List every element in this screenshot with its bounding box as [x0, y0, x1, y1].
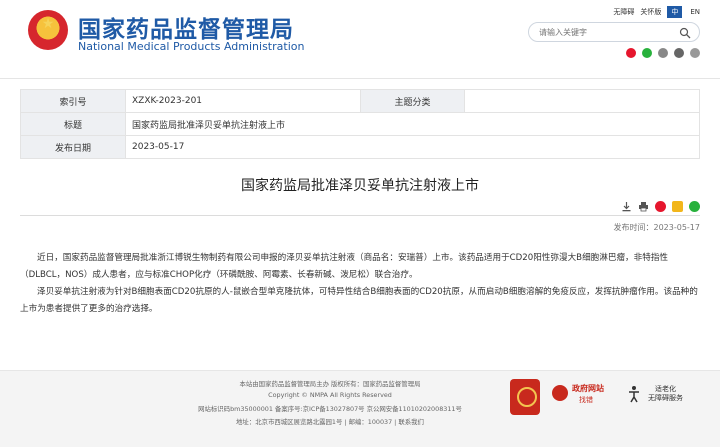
download-icon[interactable] [621, 201, 632, 212]
accessibility-link[interactable]: 无障碍 [613, 7, 634, 17]
national-emblem-logo[interactable] [28, 10, 68, 50]
title-rule [20, 215, 700, 216]
site-footer: 本站由国家药品监督管理局主办 版权所有：国家药品监督管理局 Copyright … [0, 370, 720, 447]
party-gov-badge-icon[interactable] [510, 379, 540, 415]
footer-sponsor: 本站由国家药品监督管理局主办 版权所有：国家药品监督管理局 [239, 380, 421, 388]
close-icon[interactable] [690, 48, 700, 58]
print-icon[interactable] [638, 201, 649, 212]
search-input[interactable] [539, 26, 669, 38]
accessibility-sub: 无障碍服务 [648, 394, 683, 402]
category-label: 主题分类 [360, 89, 465, 113]
gov-site-sub[interactable]: 找错 [579, 395, 593, 405]
top-links: 无障碍 关怀版 中 EN [613, 6, 702, 18]
wechat-icon[interactable] [642, 48, 652, 58]
lang-zh-button[interactable]: 中 [667, 6, 683, 18]
share-wechat-icon[interactable] [689, 201, 700, 212]
article-paragraph: 近日，国家药品监督管理局批准浙江博锐生物制药有限公司申报的泽贝妥单抗注射液（商品… [20, 253, 669, 280]
lang-en-button[interactable]: EN [688, 7, 702, 17]
title-value: 国家药监局批准泽贝妥单抗注射液上市 [125, 112, 700, 136]
gov-site-title[interactable]: 政府网站 [572, 383, 604, 394]
header-share-icons [626, 48, 700, 58]
table-row: 发布日期 2023-05-17 [20, 135, 700, 159]
accessibility-icon[interactable] [626, 385, 642, 403]
date-value: 2023-05-17 [125, 135, 700, 159]
site-title-en: National Medical Products Administration [78, 40, 305, 53]
share-qzone-icon[interactable] [672, 201, 683, 212]
footer-address[interactable]: 地址：北京市西城区展览路北露园1号 | 邮编：100037 | 联系我们 [150, 417, 510, 426]
title-label: 标题 [20, 112, 126, 136]
header-divider [0, 78, 720, 79]
footer-registration[interactable]: 网站标识码bm35000001 备案序号:京ICP备13027807号 京公网安… [150, 404, 510, 413]
search-box [528, 22, 700, 42]
metadata-table: 索引号 XZXK-2023-201 主题分类 标题 国家药监局批准泽贝妥单抗注射… [20, 89, 700, 159]
article-title: 国家药监局批准泽贝妥单抗注射液上市 [241, 178, 479, 194]
accessibility-title: 适老化 [655, 385, 676, 393]
site-title-cn[interactable]: 国家药品监督管理局 [78, 10, 294, 44]
care-mode-link[interactable]: 关怀版 [640, 7, 661, 17]
date-label: 发布日期 [20, 135, 126, 159]
email-icon[interactable] [674, 48, 684, 58]
table-row: 标题 国家药监局批准泽贝妥单抗注射液上市 [20, 112, 700, 136]
weibo-icon[interactable] [626, 48, 636, 58]
accessibility-service[interactable]: 适老化 无障碍服务 [648, 385, 683, 403]
gov-site-icon[interactable] [552, 385, 568, 401]
user-icon[interactable] [658, 48, 668, 58]
index-label: 索引号 [20, 89, 126, 113]
article-body: 近日，国家药品监督管理局批准浙江博锐生物制药有限公司申报的泽贝妥单抗注射液（商品… [20, 250, 700, 318]
share-weibo-icon[interactable] [655, 201, 666, 212]
footer-copyright: Copyright © NMPA All Rights Reserved [268, 391, 392, 399]
publish-time: 发布时间：2023-05-17 [613, 223, 701, 232]
index-value: XZXK-2023-201 [125, 89, 361, 113]
search-icon[interactable] [679, 27, 691, 39]
table-row: 索引号 XZXK-2023-201 主题分类 [20, 89, 700, 113]
article-toolbar [621, 201, 700, 212]
category-value [464, 89, 700, 113]
article-paragraph: 泽贝妥单抗注射液为针对B细胞表面CD20抗原的人-鼠嵌合型单克隆抗体，可特异性结… [20, 287, 698, 314]
site-header: 国家药品监督管理局 National Medical Products Admi… [0, 0, 720, 78]
